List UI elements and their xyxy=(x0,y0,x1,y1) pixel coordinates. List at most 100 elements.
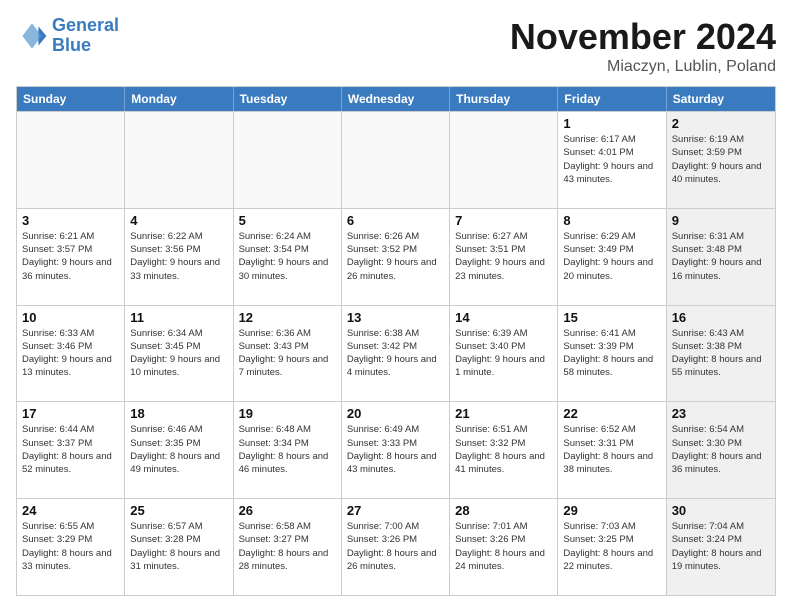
calendar-cell xyxy=(17,112,125,208)
day-info: Sunrise: 6:19 AM Sunset: 3:59 PM Dayligh… xyxy=(672,133,770,186)
day-number: 9 xyxy=(672,213,770,228)
calendar-cell: 2 Sunrise: 6:19 AM Sunset: 3:59 PM Daylig… xyxy=(667,112,775,208)
calendar-cell xyxy=(125,112,233,208)
day-info: Sunrise: 6:54 AM Sunset: 3:30 PM Dayligh… xyxy=(672,423,770,476)
calendar-header: SundayMondayTuesdayWednesdayThursdayFrid… xyxy=(17,87,775,111)
day-number: 24 xyxy=(22,503,119,518)
calendar-cell: 6Sunrise: 6:26 AM Sunset: 3:52 PM Daylig… xyxy=(342,209,450,305)
day-number: 15 xyxy=(563,310,660,325)
day-number: 25 xyxy=(130,503,227,518)
day-number: 5 xyxy=(239,213,336,228)
calendar-cell: 13 Sunrise: 6:38 AM Sunset: 3:42 PM Dayli… xyxy=(342,306,450,402)
logo-line2: Blue xyxy=(52,35,91,55)
calendar-cell: 12 Sunrise: 6:36 AM Sunset: 3:43 PM Dayli… xyxy=(234,306,342,402)
day-info: Sunrise: 7:04 AM Sunset: 3:24 PM Dayligh… xyxy=(672,520,770,573)
day-number: 20 xyxy=(347,406,444,421)
day-number: 30 xyxy=(672,503,770,518)
calendar-cell: 23Sunrise: 6:54 AM Sunset: 3:30 PM Dayli… xyxy=(667,402,775,498)
day-number: 28 xyxy=(455,503,552,518)
calendar-cell: 25Sunrise: 6:57 AM Sunset: 3:28 PM Dayli… xyxy=(125,499,233,595)
page: General Blue November 2024 Miaczyn, Lubl… xyxy=(0,0,792,612)
day-info: Sunrise: 6:43 AM Sunset: 3:38 PM Dayligh… xyxy=(672,327,770,380)
day-number: 6 xyxy=(347,213,444,228)
calendar-cell: 14 Sunrise: 6:39 AM Sunset: 3:40 PM Dayli… xyxy=(450,306,558,402)
calendar-row: 3Sunrise: 6:21 AM Sunset: 3:57 PM Daylig… xyxy=(17,208,775,305)
day-number: 14 xyxy=(455,310,552,325)
day-info: Sunrise: 6:48 AM Sunset: 3:34 PM Dayligh… xyxy=(239,423,336,476)
calendar-cell: 17 Sunrise: 6:44 AM Sunset: 3:37 PM Dayli… xyxy=(17,402,125,498)
title-section: November 2024 Miaczyn, Lublin, Poland xyxy=(510,16,776,76)
calendar-cell: 11Sunrise: 6:34 AM Sunset: 3:45 PM Dayli… xyxy=(125,306,233,402)
calendar-cell: 16 Sunrise: 6:43 AM Sunset: 3:38 PM Dayli… xyxy=(667,306,775,402)
calendar-cell xyxy=(234,112,342,208)
day-number: 22 xyxy=(563,406,660,421)
calendar-cell: 19Sunrise: 6:48 AM Sunset: 3:34 PM Dayli… xyxy=(234,402,342,498)
calendar-row: 24 Sunrise: 6:55 AM Sunset: 3:29 PM Dayli… xyxy=(17,498,775,595)
calendar-cell: 15 Sunrise: 6:41 AM Sunset: 3:39 PM Dayli… xyxy=(558,306,666,402)
day-number: 10 xyxy=(22,310,119,325)
day-info: Sunrise: 6:38 AM Sunset: 3:42 PM Dayligh… xyxy=(347,327,444,380)
day-info: Sunrise: 6:49 AM Sunset: 3:33 PM Dayligh… xyxy=(347,423,444,476)
day-number: 13 xyxy=(347,310,444,325)
calendar-cell: 10 Sunrise: 6:33 AM Sunset: 3:46 PM Dayli… xyxy=(17,306,125,402)
day-number: 3 xyxy=(22,213,119,228)
calendar-row: 1 Sunrise: 6:17 AM Sunset: 4:01 PM Daylig… xyxy=(17,111,775,208)
location: Miaczyn, Lublin, Poland xyxy=(510,58,776,76)
day-info: Sunrise: 6:17 AM Sunset: 4:01 PM Dayligh… xyxy=(563,133,660,186)
calendar-cell: 4 Sunrise: 6:22 AM Sunset: 3:56 PM Daylig… xyxy=(125,209,233,305)
day-number: 8 xyxy=(563,213,660,228)
day-number: 16 xyxy=(672,310,770,325)
day-number: 27 xyxy=(347,503,444,518)
logo-icon xyxy=(16,20,48,52)
calendar: SundayMondayTuesdayWednesdayThursdayFrid… xyxy=(16,86,776,596)
weekday-header: Sunday xyxy=(17,87,125,111)
calendar-cell: 9Sunrise: 6:31 AM Sunset: 3:48 PM Daylig… xyxy=(667,209,775,305)
logo-text: General Blue xyxy=(52,16,119,56)
day-info: Sunrise: 6:44 AM Sunset: 3:37 PM Dayligh… xyxy=(22,423,119,476)
day-number: 2 xyxy=(672,116,770,131)
calendar-cell: 8Sunrise: 6:29 AM Sunset: 3:49 PM Daylig… xyxy=(558,209,666,305)
calendar-body: 1 Sunrise: 6:17 AM Sunset: 4:01 PM Daylig… xyxy=(17,111,775,595)
calendar-cell: 30 Sunrise: 7:04 AM Sunset: 3:24 PM Dayli… xyxy=(667,499,775,595)
day-info: Sunrise: 6:46 AM Sunset: 3:35 PM Dayligh… xyxy=(130,423,227,476)
day-number: 26 xyxy=(239,503,336,518)
day-info: Sunrise: 7:03 AM Sunset: 3:25 PM Dayligh… xyxy=(563,520,660,573)
calendar-cell: 21Sunrise: 6:51 AM Sunset: 3:32 PM Dayli… xyxy=(450,402,558,498)
day-number: 12 xyxy=(239,310,336,325)
day-number: 7 xyxy=(455,213,552,228)
logo-line1: General xyxy=(52,15,119,35)
calendar-row: 10 Sunrise: 6:33 AM Sunset: 3:46 PM Dayli… xyxy=(17,305,775,402)
calendar-cell: 27 Sunrise: 7:00 AM Sunset: 3:26 PM Dayli… xyxy=(342,499,450,595)
weekday-header: Monday xyxy=(125,87,233,111)
day-info: Sunrise: 6:27 AM Sunset: 3:51 PM Dayligh… xyxy=(455,230,552,283)
day-info: Sunrise: 7:01 AM Sunset: 3:26 PM Dayligh… xyxy=(455,520,552,573)
day-info: Sunrise: 6:24 AM Sunset: 3:54 PM Dayligh… xyxy=(239,230,336,283)
calendar-row: 17 Sunrise: 6:44 AM Sunset: 3:37 PM Dayli… xyxy=(17,401,775,498)
month-title: November 2024 xyxy=(510,16,776,58)
calendar-cell: 24 Sunrise: 6:55 AM Sunset: 3:29 PM Dayli… xyxy=(17,499,125,595)
day-number: 17 xyxy=(22,406,119,421)
day-info: Sunrise: 6:55 AM Sunset: 3:29 PM Dayligh… xyxy=(22,520,119,573)
calendar-cell: 20 Sunrise: 6:49 AM Sunset: 3:33 PM Dayli… xyxy=(342,402,450,498)
day-number: 29 xyxy=(563,503,660,518)
day-number: 21 xyxy=(455,406,552,421)
day-info: Sunrise: 6:52 AM Sunset: 3:31 PM Dayligh… xyxy=(563,423,660,476)
day-info: Sunrise: 6:33 AM Sunset: 3:46 PM Dayligh… xyxy=(22,327,119,380)
weekday-header: Friday xyxy=(558,87,666,111)
day-info: Sunrise: 7:00 AM Sunset: 3:26 PM Dayligh… xyxy=(347,520,444,573)
weekday-header: Tuesday xyxy=(234,87,342,111)
header: General Blue November 2024 Miaczyn, Lubl… xyxy=(16,16,776,76)
day-info: Sunrise: 6:41 AM Sunset: 3:39 PM Dayligh… xyxy=(563,327,660,380)
calendar-cell: 22 Sunrise: 6:52 AM Sunset: 3:31 PM Dayli… xyxy=(558,402,666,498)
calendar-cell xyxy=(450,112,558,208)
day-info: Sunrise: 6:39 AM Sunset: 3:40 PM Dayligh… xyxy=(455,327,552,380)
calendar-cell: 7 Sunrise: 6:27 AM Sunset: 3:51 PM Daylig… xyxy=(450,209,558,305)
calendar-cell: 26 Sunrise: 6:58 AM Sunset: 3:27 PM Dayli… xyxy=(234,499,342,595)
day-number: 4 xyxy=(130,213,227,228)
day-info: Sunrise: 6:36 AM Sunset: 3:43 PM Dayligh… xyxy=(239,327,336,380)
day-number: 1 xyxy=(563,116,660,131)
calendar-cell: 3Sunrise: 6:21 AM Sunset: 3:57 PM Daylig… xyxy=(17,209,125,305)
day-info: Sunrise: 6:22 AM Sunset: 3:56 PM Dayligh… xyxy=(130,230,227,283)
calendar-cell: 5 Sunrise: 6:24 AM Sunset: 3:54 PM Daylig… xyxy=(234,209,342,305)
day-info: Sunrise: 6:58 AM Sunset: 3:27 PM Dayligh… xyxy=(239,520,336,573)
